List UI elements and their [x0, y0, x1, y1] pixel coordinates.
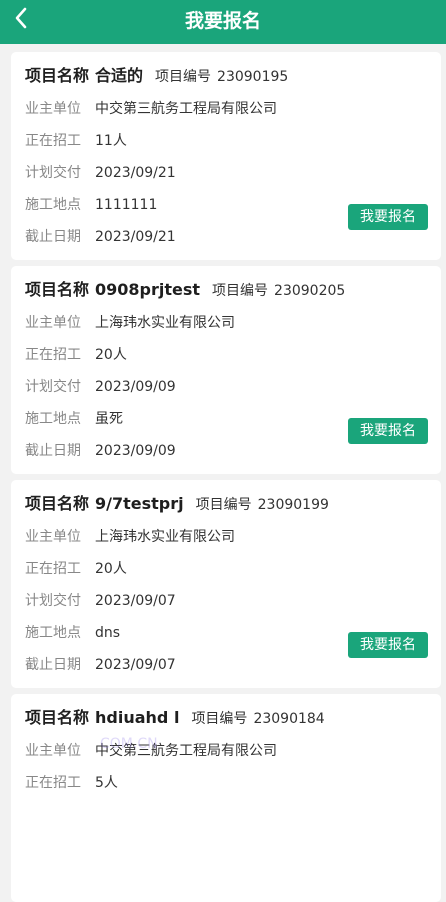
deadline-label: 截止日期: [25, 657, 81, 673]
delivery-value: 2023/09/07: [95, 593, 176, 609]
recruiting-label: 正在招工: [25, 561, 81, 577]
delivery-row: 计划交付 2023/09/09: [25, 377, 176, 397]
project-number: 23090205: [274, 283, 346, 299]
location-value: 1111111: [95, 197, 158, 213]
project-number-label: 项目编号: [195, 497, 252, 513]
delivery-value: 2023/09/21: [95, 165, 176, 181]
recruiting-row: 正在招工 20人: [25, 345, 127, 365]
project-number-label: 项目编号: [191, 711, 248, 727]
delivery-row: 计划交付 2023/09/21: [25, 163, 176, 183]
project-title-row: 项目名称 合适的 项目编号 23090195: [25, 65, 288, 87]
recruiting-label: 正在招工: [25, 347, 81, 363]
location-value: dns: [95, 625, 121, 641]
project-title-row: 项目名称 0908prjtest 项目编号 23090205: [25, 279, 345, 301]
location-label: 施工地点: [25, 411, 81, 427]
header-bar: 我要报名: [0, 0, 446, 44]
deadline-row: 截止日期 2023/09/07: [25, 655, 176, 675]
delivery-label: 计划交付: [25, 165, 81, 181]
project-name: hdiuahd l: [95, 708, 180, 727]
deadline-row: 截止日期 2023/09/09: [25, 441, 176, 461]
project-card: 项目名称 hdiuahd l 项目编号 23090184 业主单位 中交第三航务工程局有…: [11, 694, 441, 902]
location-label: 施工地点: [25, 625, 81, 641]
project-card: 项目名称 0908prjtest 项目编号 23090205 业主单位 上海玮水实业有限…: [11, 266, 441, 474]
page-title: 我要报名: [184, 10, 261, 32]
recruiting-value: 20人: [95, 561, 127, 577]
signup-button[interactable]: 我要报名: [348, 632, 428, 658]
owner-row: 业主单位 上海玮水实业有限公司: [25, 527, 235, 547]
owner-label: 业主单位: [25, 315, 81, 331]
signup-button[interactable]: 我要报名: [348, 418, 428, 444]
recruiting-row: 正在招工 20人: [25, 559, 127, 579]
project-name: 9/7testprj: [95, 494, 184, 513]
recruiting-value: 20人: [95, 347, 127, 363]
project-card: 项目名称 9/7testprj 项目编号 23090199 业主单位 上海玮水实业有限公…: [11, 480, 441, 688]
deadline-label: 截止日期: [25, 443, 81, 459]
deadline-value: 2023/09/07: [95, 657, 176, 673]
recruiting-label: 正在招工: [25, 133, 81, 149]
project-title-row: 项目名称 hdiuahd l 项目编号 23090184: [25, 707, 325, 729]
project-name: 合适的: [95, 66, 144, 85]
owner-row: 业主单位 上海玮水实业有限公司: [25, 313, 235, 333]
deadline-label: 截止日期: [25, 229, 81, 245]
delivery-label: 计划交付: [25, 379, 81, 395]
project-name-label: 项目名称: [25, 66, 90, 85]
delivery-value: 2023/09/09: [95, 379, 176, 395]
location-label: 施工地点: [25, 197, 81, 213]
project-name: 0908prjtest: [95, 280, 201, 299]
owner-value: 上海玮水实业有限公司: [95, 315, 235, 331]
project-card: 项目名称 合适的 项目编号 23090195 业主单位 中交第三航务工程局有限公司 正在…: [11, 52, 441, 260]
project-name-label: 项目名称: [25, 280, 90, 299]
location-row: 施工地点 1111111: [25, 195, 157, 215]
deadline-value: 2023/09/09: [95, 443, 176, 459]
project-name-label: 项目名称: [25, 708, 90, 727]
owner-value: 中交第三航务工程局有限公司: [95, 743, 277, 759]
project-number-label: 项目编号: [155, 69, 212, 85]
owner-label: 业主单位: [25, 101, 81, 117]
deadline-row: 截止日期 2023/09/21: [25, 227, 176, 247]
project-name-label: 项目名称: [25, 494, 90, 513]
deadline-value: 2023/09/21: [95, 229, 176, 245]
signup-button[interactable]: 我要报名: [348, 204, 428, 230]
delivery-row: 计划交付 2023/09/07: [25, 591, 176, 611]
location-row: 施工地点 dns: [25, 623, 120, 643]
project-number: 23090195: [217, 69, 289, 85]
project-number: 23090199: [257, 497, 329, 513]
project-number: 23090184: [253, 711, 325, 727]
delivery-label: 计划交付: [25, 593, 81, 609]
recruiting-row: 正在招工 5人: [25, 773, 118, 793]
location-value: 虽死: [95, 411, 123, 427]
owner-row: 业主单位 中交第三航务工程局有限公司: [25, 99, 277, 119]
location-row: 施工地点 虽死: [25, 409, 123, 429]
owner-value: 上海玮水实业有限公司: [95, 529, 235, 545]
project-title-row: 项目名称 9/7testprj 项目编号 23090199: [25, 493, 329, 515]
recruiting-value: 5人: [95, 775, 118, 791]
recruiting-label: 正在招工: [25, 775, 81, 791]
project-number-label: 项目编号: [212, 283, 269, 299]
owner-row: 业主单位 中交第三航务工程局有限公司: [25, 741, 277, 761]
owner-label: 业主单位: [25, 529, 81, 545]
recruiting-value: 11人: [95, 133, 127, 149]
owner-label: 业主单位: [25, 743, 81, 759]
recruiting-row: 正在招工 11人: [25, 131, 127, 151]
owner-value: 中交第三航务工程局有限公司: [95, 101, 277, 117]
